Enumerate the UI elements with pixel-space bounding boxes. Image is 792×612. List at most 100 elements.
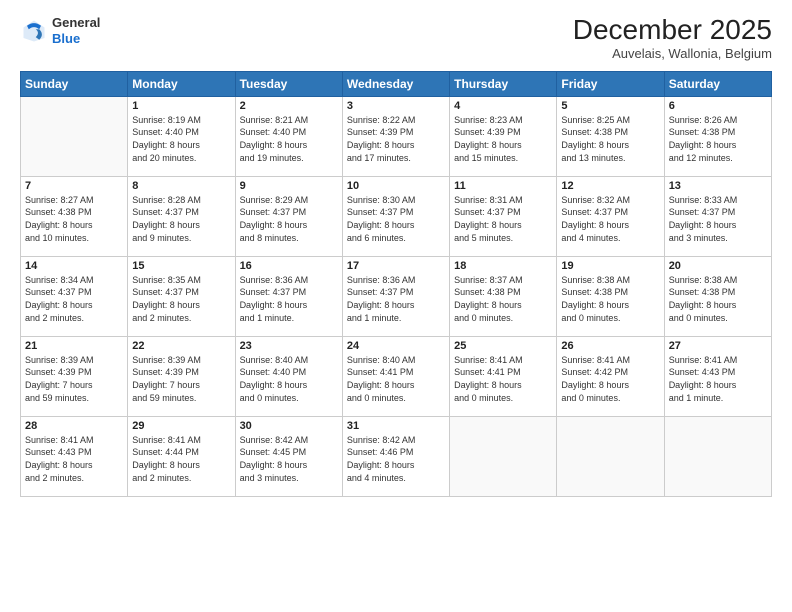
col-header-monday: Monday [128, 71, 235, 96]
calendar-cell: 15Sunrise: 8:35 AMSunset: 4:37 PMDayligh… [128, 256, 235, 336]
day-number: 18 [454, 260, 552, 272]
day-info: Sunrise: 8:34 AMSunset: 4:37 PMDaylight:… [25, 274, 123, 324]
calendar-cell [664, 416, 771, 496]
day-number: 22 [132, 340, 230, 352]
calendar-cell: 28 Sunrise: 8:41 AMSunset: 4:43 PMDayligh… [21, 416, 128, 496]
day-number: 17 [347, 260, 445, 272]
calendar-week-1: 7Sunrise: 8:27 AMSunset: 4:38 PMDaylight… [21, 176, 772, 256]
day-info: Sunrise: 8:41 AMSunset: 4:42 PMDaylight:… [561, 354, 659, 404]
day-info: Sunrise: 8:39 AMSunset: 4:39 PMDaylight:… [132, 354, 230, 404]
title-block: December 2025 Auvelais, Wallonia, Belgiu… [573, 15, 772, 61]
header: General Blue December 2025 Auvelais, Wal… [20, 15, 772, 61]
calendar-cell: 18 Sunrise: 8:37 AMSunset: 4:38 PMDayligh… [450, 256, 557, 336]
calendar-cell: 17 Sunrise: 8:36 AMSunset: 4:37 PMDayligh… [342, 256, 449, 336]
day-number: 25 [454, 340, 552, 352]
day-info: Sunrise: 8:31 AMSunset: 4:37 PMDaylight:… [454, 194, 552, 244]
col-header-saturday: Saturday [664, 71, 771, 96]
calendar-cell: 1 Sunrise: 8:19 AMSunset: 4:40 PMDaylight… [128, 96, 235, 176]
calendar-cell: 4Sunrise: 8:23 AMSunset: 4:39 PMDaylight… [450, 96, 557, 176]
day-info: Sunrise: 8:42 AMSunset: 4:46 PMDaylight:… [347, 434, 445, 484]
location: Auvelais, Wallonia, Belgium [573, 46, 772, 61]
calendar-cell: 11 Sunrise: 8:31 AMSunset: 4:37 PMDayligh… [450, 176, 557, 256]
calendar-cell: 9 Sunrise: 8:29 AMSunset: 4:37 PMDaylight… [235, 176, 342, 256]
day-info: Sunrise: 8:41 AMSunset: 4:43 PMDaylight:… [669, 354, 767, 404]
calendar-cell: 27Sunrise: 8:41 AMSunset: 4:43 PMDayligh… [664, 336, 771, 416]
day-info: Sunrise: 8:36 AMSunset: 4:37 PMDaylight:… [347, 274, 445, 324]
day-info: Sunrise: 8:27 AMSunset: 4:38 PMDaylight:… [25, 194, 123, 244]
day-number: 14 [25, 260, 123, 272]
calendar-cell: 24Sunrise: 8:40 AMSunset: 4:41 PMDayligh… [342, 336, 449, 416]
calendar-week-2: 14 Sunrise: 8:34 AMSunset: 4:37 PMDayligh… [21, 256, 772, 336]
calendar-cell: 5Sunrise: 8:25 AMSunset: 4:38 PMDaylight… [557, 96, 664, 176]
logo-text: General Blue [52, 15, 100, 46]
day-number: 2 [240, 100, 338, 112]
day-info: Sunrise: 8:29 AMSunset: 4:37 PMDaylight:… [240, 194, 338, 244]
day-info: Sunrise: 8:41 AMSunset: 4:43 PMDaylight:… [25, 434, 123, 484]
calendar-cell: 2 Sunrise: 8:21 AMSunset: 4:40 PMDaylight… [235, 96, 342, 176]
calendar-cell: 30Sunrise: 8:42 AMSunset: 4:45 PMDayligh… [235, 416, 342, 496]
day-number: 28 [25, 420, 123, 432]
day-number: 8 [132, 180, 230, 192]
day-number: 30 [240, 420, 338, 432]
day-number: 3 [347, 100, 445, 112]
day-info: Sunrise: 8:41 AMSunset: 4:41 PMDaylight:… [454, 354, 552, 404]
day-number: 29 [132, 420, 230, 432]
day-number: 9 [240, 180, 338, 192]
calendar-cell: 14 Sunrise: 8:34 AMSunset: 4:37 PMDayligh… [21, 256, 128, 336]
calendar-cell: 13 Sunrise: 8:33 AMSunset: 4:37 PMDayligh… [664, 176, 771, 256]
day-info: Sunrise: 8:39 AMSunset: 4:39 PMDaylight:… [25, 354, 123, 404]
day-info: Sunrise: 8:21 AMSunset: 4:40 PMDaylight:… [240, 114, 338, 164]
calendar-cell: 21 Sunrise: 8:39 AMSunset: 4:39 PMDayligh… [21, 336, 128, 416]
day-info: Sunrise: 8:40 AMSunset: 4:41 PMDaylight:… [347, 354, 445, 404]
day-number: 15 [132, 260, 230, 272]
day-number: 20 [669, 260, 767, 272]
day-number: 12 [561, 180, 659, 192]
calendar-cell: 7Sunrise: 8:27 AMSunset: 4:38 PMDaylight… [21, 176, 128, 256]
day-number: 19 [561, 260, 659, 272]
day-info: Sunrise: 8:23 AMSunset: 4:39 PMDaylight:… [454, 114, 552, 164]
logo: General Blue [20, 15, 100, 46]
day-number: 10 [347, 180, 445, 192]
calendar-week-3: 21 Sunrise: 8:39 AMSunset: 4:39 PMDayligh… [21, 336, 772, 416]
day-number: 6 [669, 100, 767, 112]
calendar-header-row: SundayMondayTuesdayWednesdayThursdayFrid… [21, 71, 772, 96]
day-number: 31 [347, 420, 445, 432]
col-header-wednesday: Wednesday [342, 71, 449, 96]
col-header-tuesday: Tuesday [235, 71, 342, 96]
day-number: 23 [240, 340, 338, 352]
page: General Blue December 2025 Auvelais, Wal… [0, 0, 792, 612]
day-info: Sunrise: 8:38 AMSunset: 4:38 PMDaylight:… [561, 274, 659, 324]
day-info: Sunrise: 8:28 AMSunset: 4:37 PMDaylight:… [132, 194, 230, 244]
calendar-cell: 25 Sunrise: 8:41 AMSunset: 4:41 PMDayligh… [450, 336, 557, 416]
calendar-cell: 10Sunrise: 8:30 AMSunset: 4:37 PMDayligh… [342, 176, 449, 256]
day-info: Sunrise: 8:33 AMSunset: 4:37 PMDaylight:… [669, 194, 767, 244]
day-number: 11 [454, 180, 552, 192]
day-info: Sunrise: 8:32 AMSunset: 4:37 PMDaylight:… [561, 194, 659, 244]
col-header-sunday: Sunday [21, 71, 128, 96]
calendar-cell: 6Sunrise: 8:26 AMSunset: 4:38 PMDaylight… [664, 96, 771, 176]
calendar-cell: 19 Sunrise: 8:38 AMSunset: 4:38 PMDayligh… [557, 256, 664, 336]
calendar-cell: 22 Sunrise: 8:39 AMSunset: 4:39 PMDayligh… [128, 336, 235, 416]
day-info: Sunrise: 8:37 AMSunset: 4:38 PMDaylight:… [454, 274, 552, 324]
calendar-cell: 20Sunrise: 8:38 AMSunset: 4:38 PMDayligh… [664, 256, 771, 336]
calendar-week-0: 1 Sunrise: 8:19 AMSunset: 4:40 PMDaylight… [21, 96, 772, 176]
day-number: 16 [240, 260, 338, 272]
day-number: 21 [25, 340, 123, 352]
calendar-cell [557, 416, 664, 496]
day-number: 13 [669, 180, 767, 192]
calendar-cell [21, 96, 128, 176]
month-year: December 2025 [573, 15, 772, 46]
day-number: 26 [561, 340, 659, 352]
calendar-cell: 29Sunrise: 8:41 AMSunset: 4:44 PMDayligh… [128, 416, 235, 496]
logo-general: General [52, 15, 100, 31]
calendar-week-4: 28 Sunrise: 8:41 AMSunset: 4:43 PMDayligh… [21, 416, 772, 496]
calendar-table: SundayMondayTuesdayWednesdayThursdayFrid… [20, 71, 772, 497]
day-info: Sunrise: 8:19 AMSunset: 4:40 PMDaylight:… [132, 114, 230, 164]
calendar-cell: 12 Sunrise: 8:32 AMSunset: 4:37 PMDayligh… [557, 176, 664, 256]
calendar-cell [450, 416, 557, 496]
calendar-cell: 23Sunrise: 8:40 AMSunset: 4:40 PMDayligh… [235, 336, 342, 416]
calendar-cell: 16Sunrise: 8:36 AMSunset: 4:37 PMDayligh… [235, 256, 342, 336]
logo-blue: Blue [52, 31, 100, 47]
day-number: 1 [132, 100, 230, 112]
day-number: 5 [561, 100, 659, 112]
